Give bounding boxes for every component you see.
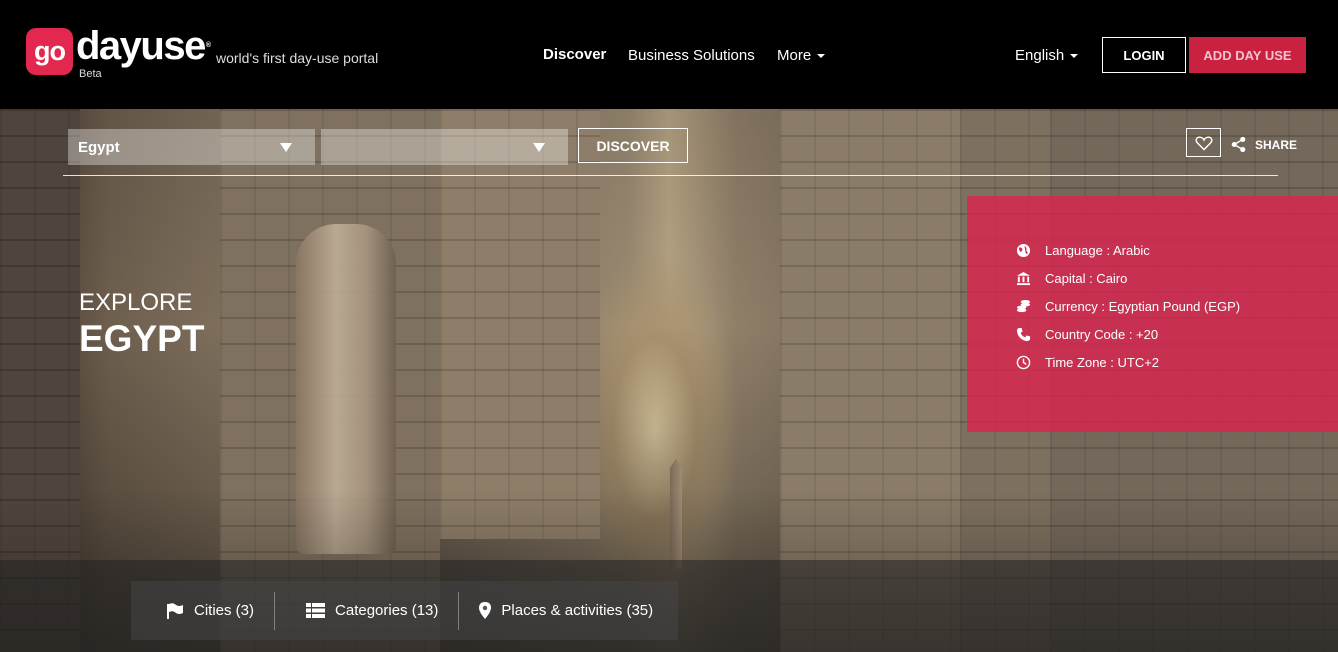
- logo-word-text: dayuse: [76, 24, 206, 68]
- tab-categories-label: Categories (13): [335, 602, 439, 619]
- info-row-language: Language : Arabic: [1016, 236, 1338, 264]
- share-button[interactable]: SHARE: [1230, 136, 1297, 153]
- search-divider: [63, 175, 1278, 176]
- hero-section: Egypt DISCOVER SHARE EXPLORE EGYPT Langu…: [0, 109, 1338, 652]
- nav-more-label: More: [777, 47, 812, 64]
- language-selector[interactable]: English: [1015, 47, 1079, 64]
- country-title: EGYPT: [79, 318, 205, 359]
- tab-places-activities[interactable]: Places & activities (35): [459, 581, 653, 640]
- logo[interactable]: go dayuse® Beta world's first day-use po…: [26, 24, 378, 80]
- info-language-text: Language : Arabic: [1045, 242, 1150, 258]
- background-pillar: [440, 109, 600, 539]
- beta-label: Beta: [79, 68, 102, 80]
- tab-cities[interactable]: Cities (3): [131, 581, 274, 640]
- info-row-capital: Capital : Cairo: [1016, 264, 1338, 292]
- info-currency-text: Currency : Egyptian Pound (EGP): [1045, 298, 1241, 314]
- phone-icon: [1016, 327, 1031, 341]
- flag-icon: [167, 602, 183, 619]
- clock-icon: [1016, 355, 1031, 369]
- globe-icon: [1016, 243, 1031, 257]
- info-row-country-code: Country Code : +20: [1016, 320, 1338, 348]
- dropdown-arrow-icon: [533, 143, 545, 152]
- country-select-value: Egypt: [78, 138, 120, 156]
- info-row-currency: Currency : Egyptian Pound (EGP): [1016, 292, 1338, 320]
- info-time-zone-text: Time Zone : UTC+2: [1045, 354, 1160, 370]
- logo-mark-text: go: [34, 36, 66, 66]
- language-label: English: [1015, 47, 1065, 64]
- country-select[interactable]: Egypt: [68, 129, 315, 165]
- tab-cities-label: Cities (3): [194, 602, 255, 619]
- registered-mark: ®: [205, 42, 211, 49]
- discover-button[interactable]: DISCOVER: [578, 128, 688, 163]
- top-header: go dayuse® Beta world's first day-use po…: [0, 0, 1338, 109]
- tab-places-label: Places & activities (35): [501, 602, 654, 619]
- share-icon: [1231, 136, 1246, 153]
- chevron-down-icon: [817, 54, 826, 59]
- tab-categories[interactable]: Categories (13): [275, 581, 458, 640]
- explore-tabs: Cities (3) Categories (13) Places & acti…: [131, 581, 678, 640]
- coins-icon: [1016, 299, 1031, 312]
- login-button[interactable]: LOGIN: [1102, 37, 1186, 73]
- heart-icon: [1195, 135, 1212, 151]
- nav-business-solutions[interactable]: Business Solutions: [628, 47, 755, 64]
- country-info-panel: Language : Arabic Capital : Cairo Curren…: [967, 196, 1338, 432]
- dropdown-arrow-icon: [280, 143, 292, 152]
- info-row-time-zone: Time Zone : UTC+2: [1016, 348, 1338, 376]
- chevron-down-icon: [1070, 54, 1079, 59]
- logo-wordmark: dayuse®: [76, 24, 211, 68]
- share-label: SHARE: [1255, 137, 1298, 152]
- info-country-code-text: Country Code : +20: [1045, 326, 1159, 342]
- info-capital-text: Capital : Cairo: [1045, 270, 1128, 286]
- favorite-button[interactable]: [1186, 128, 1221, 157]
- nav-more[interactable]: More: [777, 47, 826, 64]
- bank-icon: [1016, 271, 1031, 285]
- tagline: world's first day-use portal: [216, 50, 379, 66]
- map-pin-icon: [479, 602, 492, 619]
- nav-discover[interactable]: Discover: [543, 46, 606, 63]
- add-day-use-button[interactable]: ADD DAY USE: [1189, 37, 1306, 73]
- explore-label: EXPLORE: [79, 289, 193, 316]
- list-icon: [306, 603, 326, 618]
- logo-badge: go: [26, 28, 73, 75]
- city-select[interactable]: [321, 129, 568, 165]
